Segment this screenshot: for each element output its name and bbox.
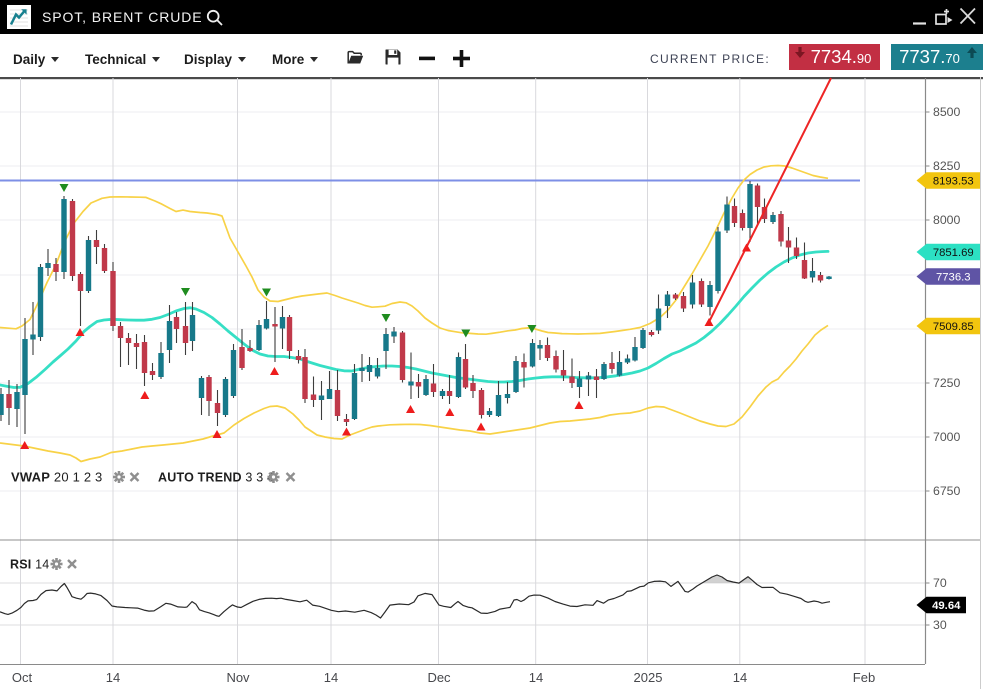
svg-text:14: 14 bbox=[733, 670, 747, 685]
svg-text:7509.85: 7509.85 bbox=[933, 321, 974, 333]
svg-text:8500: 8500 bbox=[933, 105, 961, 119]
svg-text:14: 14 bbox=[529, 670, 543, 685]
svg-text:RSI 14: RSI 14 bbox=[10, 558, 49, 572]
svg-text:7851.69: 7851.69 bbox=[933, 247, 974, 259]
svg-text:70: 70 bbox=[933, 576, 947, 590]
svg-text:14: 14 bbox=[324, 670, 338, 685]
svg-text:2025: 2025 bbox=[634, 670, 663, 685]
svg-text:8193.53: 8193.53 bbox=[933, 176, 974, 188]
svg-text:AUTO TREND 3 3 4: AUTO TREND 3 3 4 bbox=[158, 471, 274, 485]
svg-text:VWAP 20 1 2 3: VWAP 20 1 2 3 bbox=[11, 470, 103, 485]
svg-text:Oct: Oct bbox=[12, 670, 33, 685]
svg-text:49.64: 49.64 bbox=[932, 600, 961, 612]
svg-text:Dec: Dec bbox=[427, 670, 451, 685]
svg-text:7736.3: 7736.3 bbox=[936, 272, 971, 284]
svg-text:14: 14 bbox=[106, 670, 120, 685]
svg-text:30: 30 bbox=[933, 618, 947, 632]
svg-text:6750: 6750 bbox=[933, 484, 961, 498]
svg-text:8000: 8000 bbox=[933, 213, 961, 227]
svg-text:Feb: Feb bbox=[853, 670, 875, 685]
svg-text:8250: 8250 bbox=[933, 159, 961, 173]
svg-text:7250: 7250 bbox=[933, 376, 961, 390]
svg-text:7000: 7000 bbox=[933, 430, 961, 444]
svg-text:Nov: Nov bbox=[226, 670, 250, 685]
